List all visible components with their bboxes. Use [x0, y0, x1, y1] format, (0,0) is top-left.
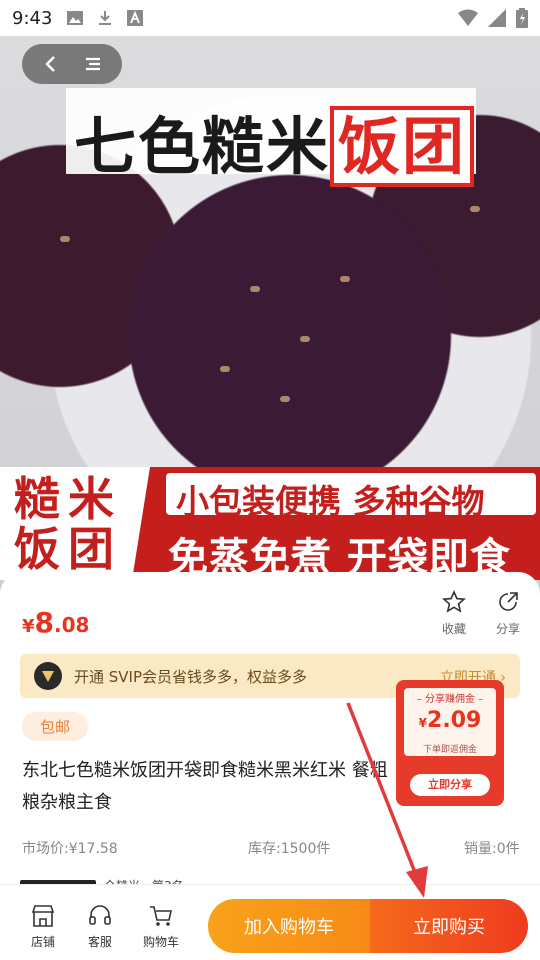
svip-badge-icon	[34, 662, 62, 690]
download-icon	[99, 11, 112, 25]
headset-icon	[89, 905, 111, 925]
customer-service-label: 客服	[87, 935, 112, 949]
sales: 销量:0件	[464, 841, 520, 857]
image-icon	[67, 11, 84, 25]
cart-button[interactable]: 购物车	[136, 903, 186, 950]
share-button[interactable]: 分享	[488, 590, 528, 637]
hero-title: 七色糙米 饭团	[74, 96, 475, 187]
star-icon	[442, 590, 466, 613]
rice-grain	[470, 206, 480, 212]
store-button[interactable]: 店铺	[18, 903, 68, 950]
banner-left-bottom: 饭团	[14, 522, 122, 576]
share-label: 分享	[495, 622, 520, 636]
signal-icon	[488, 9, 506, 27]
store-icon	[31, 905, 55, 927]
bottom-action-bar: 店铺 客服 购物车 加入购物车 立即购买	[0, 884, 540, 960]
banner-left-top: 糙米	[14, 472, 122, 526]
rice-grain	[280, 396, 290, 402]
share-amount: ¥2.09	[418, 708, 482, 733]
favorite-label: 收藏	[441, 622, 466, 636]
share-caption: – 分享赚佣金 –	[416, 694, 484, 705]
customer-service-button[interactable]: 客服	[75, 903, 125, 950]
stock: 库存:1500件	[248, 841, 331, 857]
rice-grain	[300, 336, 310, 342]
menu-icon[interactable]	[83, 54, 103, 74]
cart-label: 购物车	[142, 935, 179, 949]
price: ¥8.08	[22, 606, 90, 639]
banner-line1: 小包装便携 多种谷物	[176, 482, 485, 521]
rice-grain	[250, 286, 260, 292]
back-icon[interactable]	[41, 54, 61, 74]
store-label: 店铺	[30, 935, 55, 949]
status-time: 9:43	[12, 7, 53, 29]
svip-text: 开通 SVIP会员省钱多多，权益多多	[74, 667, 308, 686]
rice-grain	[60, 236, 70, 242]
battery-icon	[516, 8, 528, 28]
share-earn-widget[interactable]: – 分享赚佣金 – ¥2.09 下单即返佣金 立即分享	[396, 680, 504, 806]
font-icon	[127, 10, 144, 26]
free-shipping-tag: 包邮	[22, 712, 89, 741]
nav-pill	[22, 44, 122, 84]
add-to-cart-button[interactable]: 加入购物车	[208, 899, 370, 953]
promo-banner: 糙米 饭团 小包装便携 多种谷物 免蒸免煮 开袋即食	[0, 467, 540, 581]
rice-grain	[340, 276, 350, 282]
market-price: 市场价:¥17.58	[22, 841, 118, 857]
share-sub: 下单即返佣金	[422, 745, 477, 755]
buy-now-button[interactable]: 立即购买	[370, 899, 528, 953]
rice-grain	[220, 366, 230, 372]
share-icon	[499, 592, 518, 611]
status-bar: 9:43	[0, 0, 540, 36]
wifi-icon	[458, 9, 478, 26]
product-title: 东北七色糙米饭团开袋即食糙米黑米红米 餐粗粮杂粮主食	[22, 760, 388, 813]
favorite-button[interactable]: 收藏	[434, 590, 474, 637]
cart-icon	[150, 906, 172, 926]
share-now-button[interactable]: 立即分享	[410, 774, 490, 796]
